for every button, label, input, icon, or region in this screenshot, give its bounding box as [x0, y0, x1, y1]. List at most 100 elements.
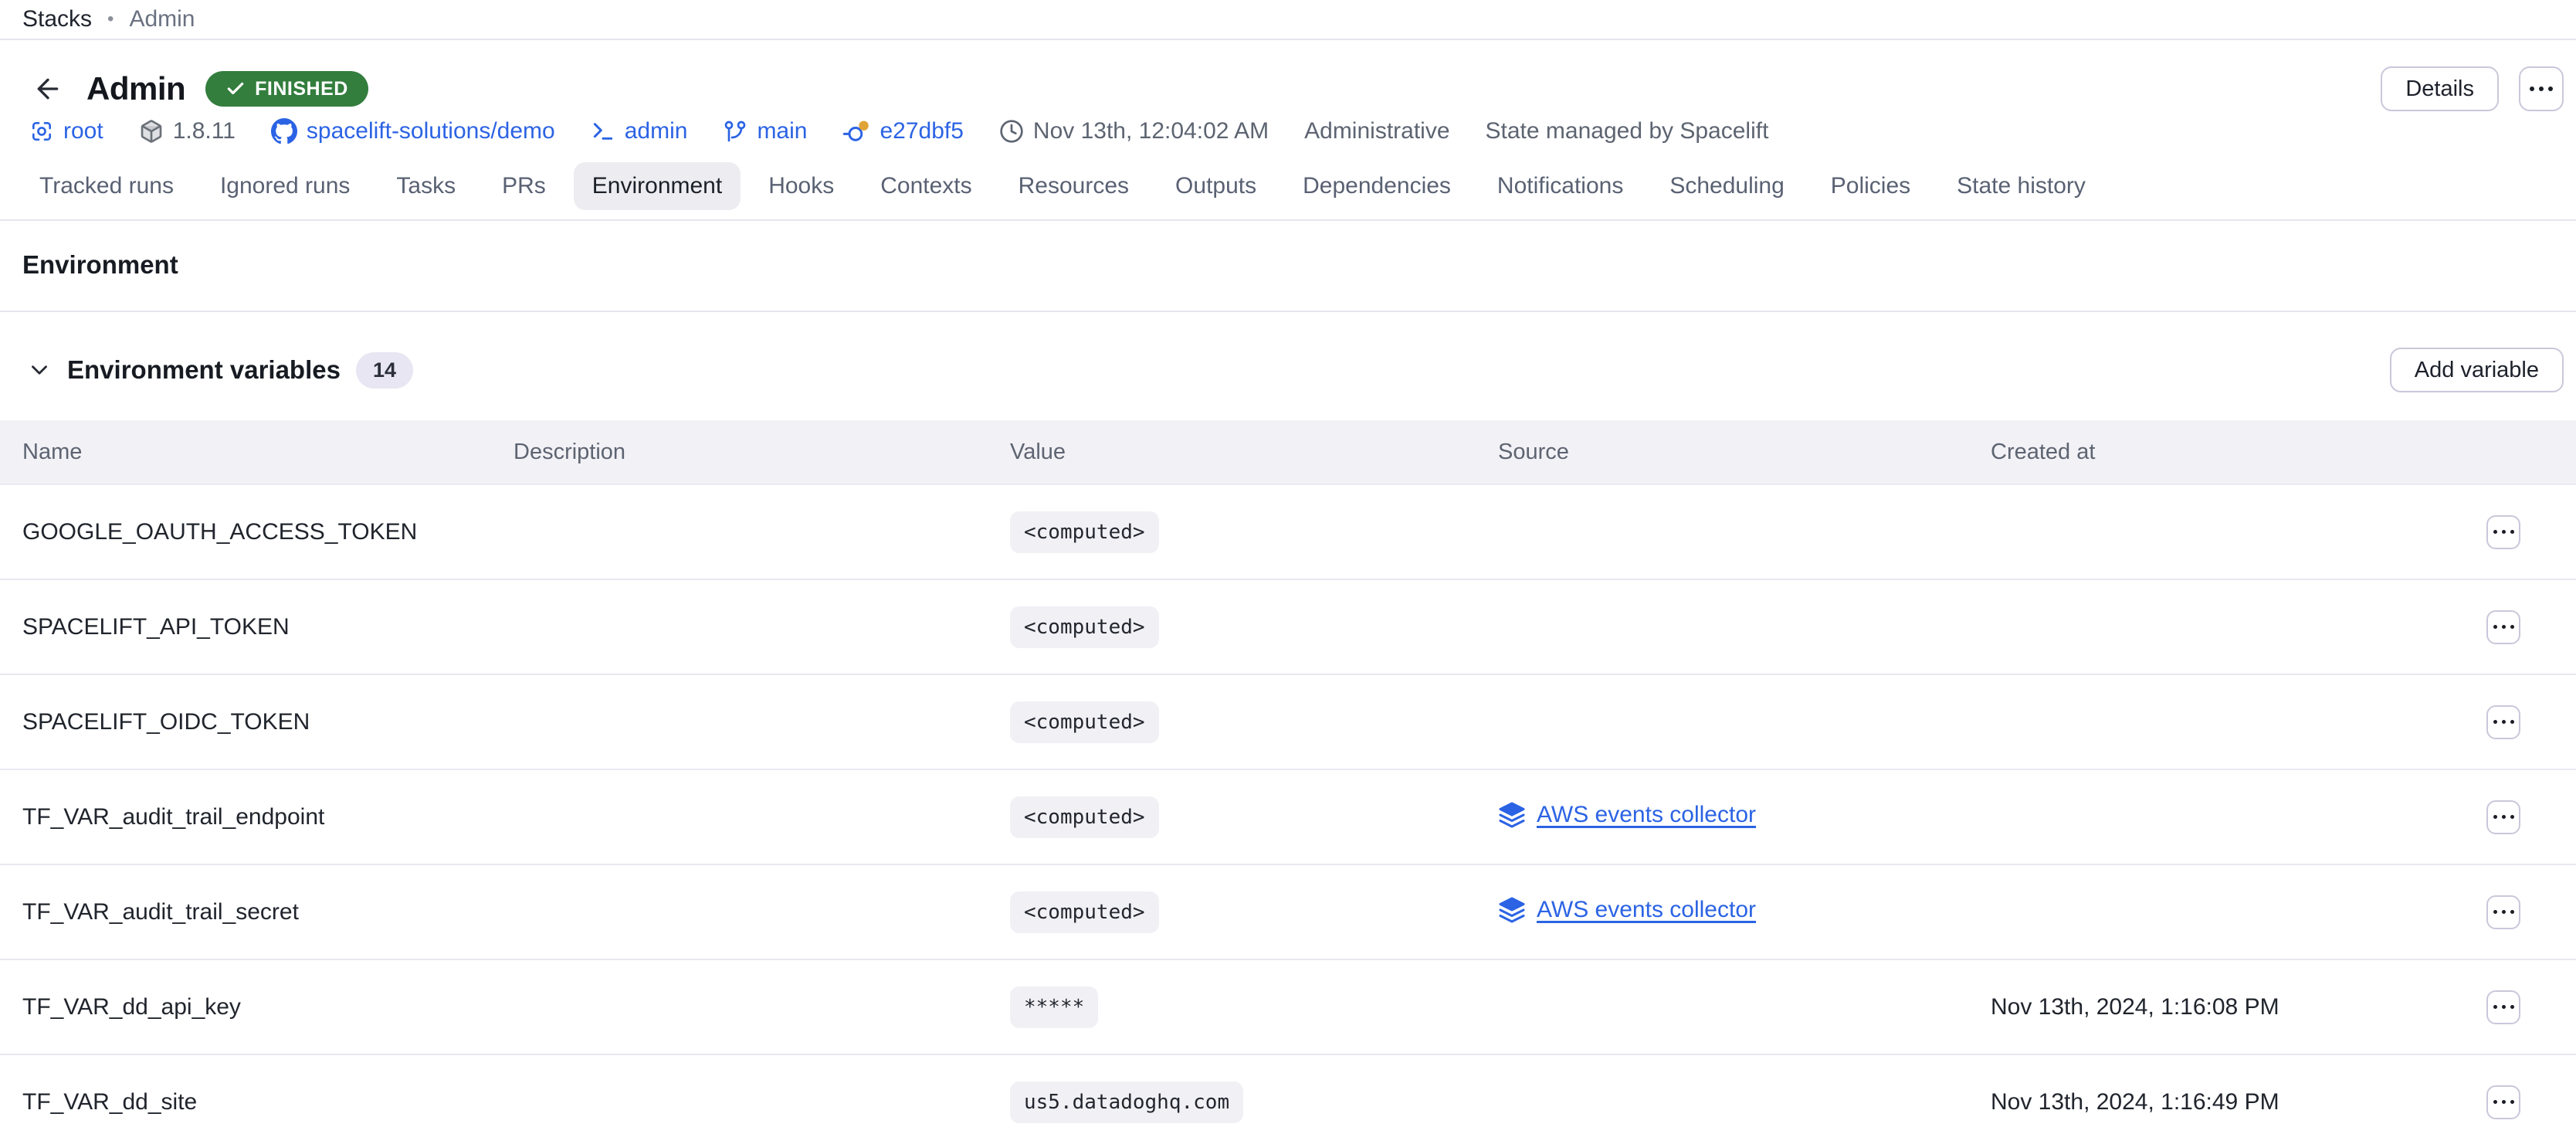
space-label: root [63, 118, 103, 144]
page-title: Admin [86, 70, 185, 107]
repository-link[interactable]: spacelift-solutions/demo [271, 118, 555, 144]
env-vars-title: Environment variables [67, 355, 341, 385]
var-value: ***** [1010, 986, 1098, 1028]
var-name: SPACELIFT_API_TOKEN [22, 614, 290, 640]
github-icon [271, 118, 297, 144]
status-label: FINISHED [255, 78, 348, 100]
project-root-link[interactable]: admin [591, 118, 688, 144]
table-body: GOOGLE_OAUTH_ACCESS_TOKEN <computed> SPA… [0, 485, 2576, 1134]
branch-link[interactable]: main [723, 118, 807, 144]
tab-ignored-runs[interactable]: Ignored runs [202, 162, 368, 210]
terraform-version-label: 1.8.11 [173, 118, 236, 144]
row-menu-button[interactable] [2486, 705, 2520, 739]
source-link[interactable]: AWS events collector [1498, 896, 1756, 924]
breadcrumb-current: Admin [129, 6, 195, 32]
add-variable-button[interactable]: Add variable [2390, 348, 2564, 392]
section-title: Environment [0, 221, 2576, 312]
terraform-version: 1.8.11 [139, 118, 236, 144]
row-menu-button[interactable] [2486, 895, 2520, 929]
source-label: AWS events collector [1537, 897, 1756, 923]
layers-icon [1498, 801, 1526, 829]
created-timestamp: Nov 13th, 12:04:02 AM [999, 118, 1269, 144]
state-managed-label: State managed by Spacelift [1486, 118, 1769, 144]
column-header-description: Description [514, 440, 1010, 465]
stack-header: Admin FINISHED Details root [0, 40, 2576, 145]
space-link[interactable]: root [29, 118, 103, 144]
ellipsis-icon [2530, 87, 2553, 91]
var-name: SPACELIFT_OIDC_TOKEN [22, 709, 310, 735]
git-branch-icon [723, 119, 747, 144]
table-row: SPACELIFT_API_TOKEN <computed> [0, 580, 2576, 675]
commit-link[interactable]: e27dbf5 [842, 117, 963, 145]
spacelift-stack-page: Stacks • Admin Admin FINISHED Details [0, 0, 2576, 1134]
tab-outputs[interactable]: Outputs [1157, 162, 1275, 210]
table-row: GOOGLE_OAUTH_ACCESS_TOKEN <computed> [0, 485, 2576, 580]
tab-scheduling[interactable]: Scheduling [1651, 162, 1802, 210]
tab-tasks[interactable]: Tasks [378, 162, 474, 210]
space-icon [29, 119, 54, 144]
tab-prs[interactable]: PRs [483, 162, 564, 210]
details-button[interactable]: Details [2381, 66, 2499, 111]
env-vars-count-badge: 14 [356, 352, 413, 389]
tab-state-history[interactable]: State history [1938, 162, 2104, 210]
env-vars-table: Name Description Value Source Created at… [0, 420, 2576, 1134]
env-vars-header: Environment variables 14 Add variable [0, 312, 2576, 392]
tab-hooks[interactable]: Hooks [750, 162, 852, 210]
commit-label: e27dbf5 [880, 118, 963, 144]
tab-dependencies[interactable]: Dependencies [1284, 162, 1469, 210]
arrow-left-icon [32, 73, 63, 104]
row-menu-button[interactable] [2486, 990, 2520, 1024]
git-commit-icon [842, 117, 870, 145]
column-header-value: Value [1010, 440, 1498, 465]
source-label: AWS events collector [1537, 802, 1756, 828]
tab-tracked-runs[interactable]: Tracked runs [21, 162, 192, 210]
breadcrumb: Stacks • Admin [0, 0, 2576, 40]
column-header-name: Name [22, 440, 514, 465]
chevron-down-icon [26, 357, 53, 383]
var-value: <computed> [1010, 606, 1159, 648]
created-at: Nov 13th, 2024, 1:16:49 PM [1991, 1089, 2279, 1115]
breadcrumb-stacks[interactable]: Stacks [22, 6, 92, 32]
tab-notifications[interactable]: Notifications [1479, 162, 1642, 210]
clock-icon [999, 119, 1024, 144]
status-badge: FINISHED [205, 71, 368, 107]
package-icon [139, 119, 164, 144]
column-header-created-at: Created at [1991, 440, 2486, 465]
tab-resources[interactable]: Resources [1000, 162, 1147, 210]
table-row: SPACELIFT_OIDC_TOKEN <computed> [0, 675, 2576, 770]
var-name: TF_VAR_dd_api_key [22, 994, 241, 1020]
var-name: TF_VAR_audit_trail_endpoint [22, 804, 324, 830]
row-menu-button[interactable] [2486, 1085, 2520, 1119]
var-value: us5.datadoghq.com [1010, 1081, 1243, 1123]
ellipsis-icon [2493, 910, 2514, 914]
stack-menu-button[interactable] [2519, 66, 2564, 111]
branch-label: main [757, 118, 807, 144]
created-at: Nov 13th, 2024, 1:16:08 PM [1991, 994, 2279, 1020]
administrative-label: Administrative [1304, 118, 1449, 144]
var-name: GOOGLE_OAUTH_ACCESS_TOKEN [22, 519, 417, 545]
collapse-toggle[interactable] [22, 353, 56, 387]
row-menu-button[interactable] [2486, 610, 2520, 644]
tab-contexts[interactable]: Contexts [862, 162, 990, 210]
table-row: TF_VAR_dd_api_key ***** Nov 13th, 2024, … [0, 960, 2576, 1055]
row-menu-button[interactable] [2486, 800, 2520, 834]
ellipsis-icon [2493, 625, 2514, 629]
terminal-icon [591, 119, 615, 144]
repository-label: spacelift-solutions/demo [307, 118, 555, 144]
back-button[interactable] [29, 70, 66, 107]
ellipsis-icon [2493, 815, 2514, 819]
ellipsis-icon [2493, 1100, 2514, 1104]
tab-environment[interactable]: Environment [574, 162, 741, 210]
created-timestamp-label: Nov 13th, 12:04:02 AM [1033, 118, 1269, 144]
breadcrumb-separator: • [107, 8, 114, 30]
var-name: TF_VAR_dd_site [22, 1089, 197, 1115]
ellipsis-icon [2493, 720, 2514, 724]
tab-policies[interactable]: Policies [1812, 162, 1929, 210]
table-row: TF_VAR_dd_site us5.datadoghq.com Nov 13t… [0, 1055, 2576, 1134]
row-menu-button[interactable] [2486, 515, 2520, 549]
table-row: TF_VAR_audit_trail_endpoint <computed> A… [0, 770, 2576, 865]
ellipsis-icon [2493, 1005, 2514, 1009]
table-row: TF_VAR_audit_trail_secret <computed> AWS… [0, 865, 2576, 960]
source-link[interactable]: AWS events collector [1498, 801, 1756, 829]
check-icon [225, 79, 246, 99]
